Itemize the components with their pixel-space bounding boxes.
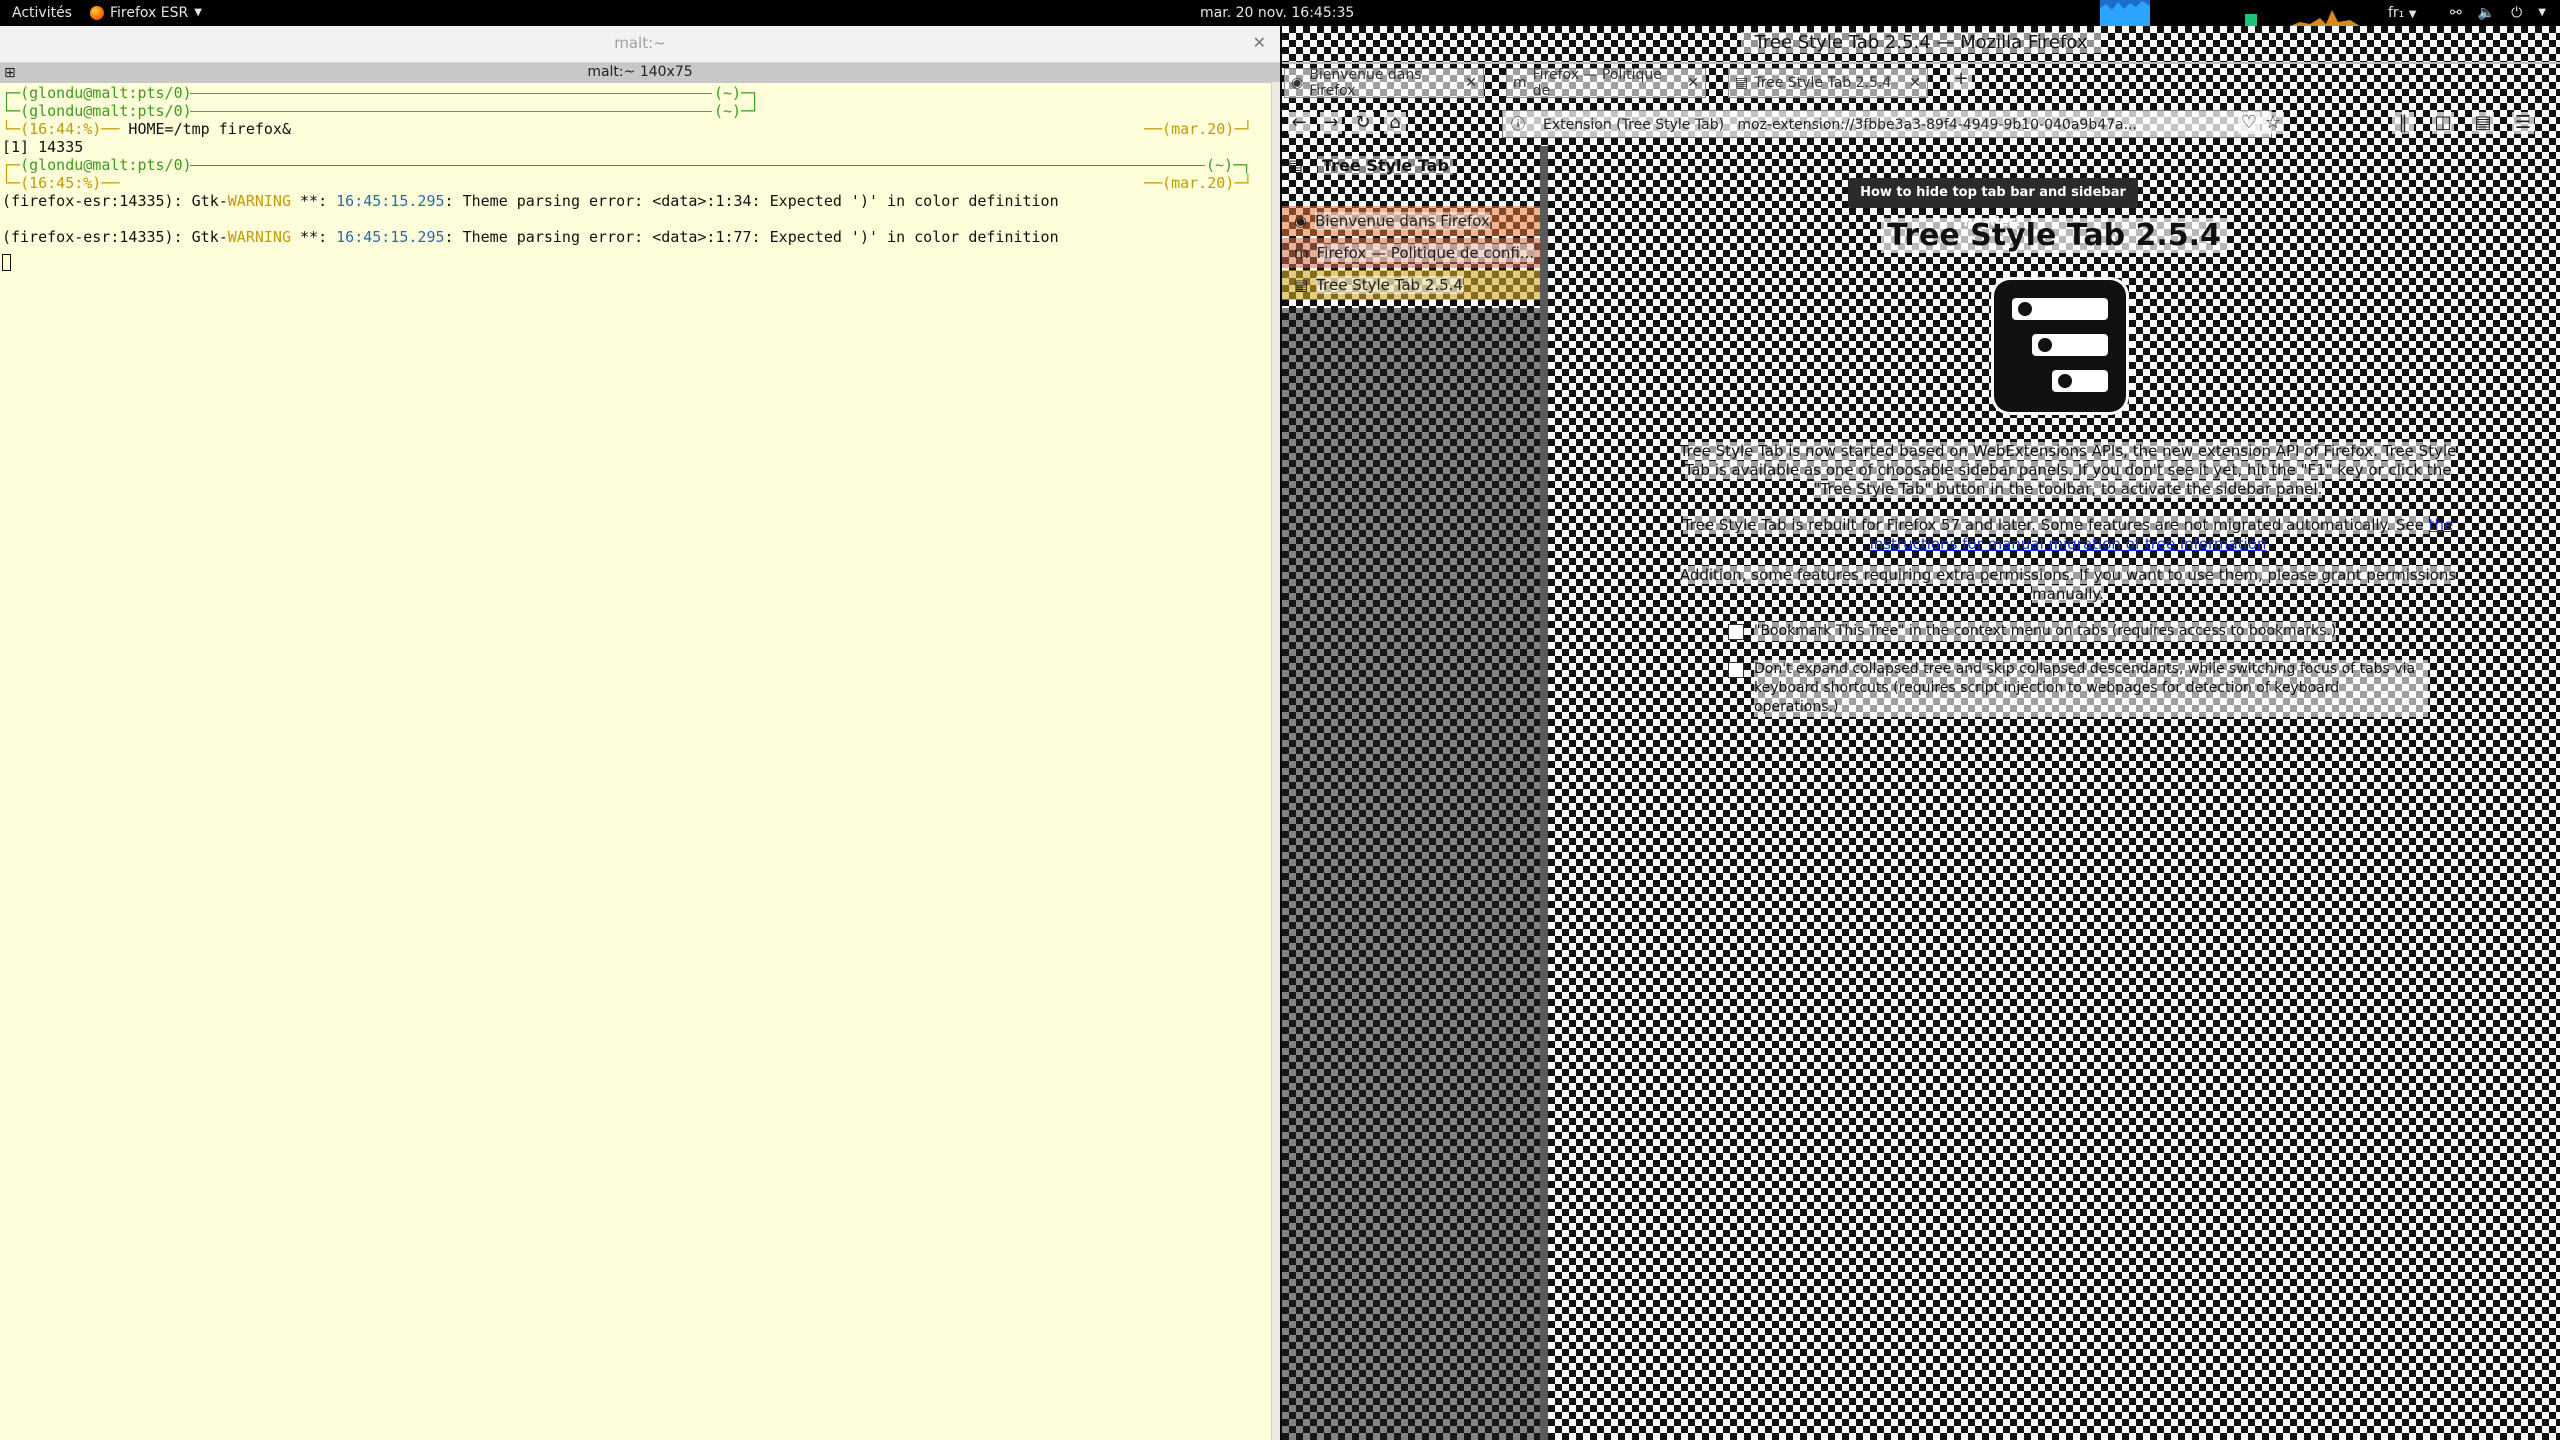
sidebar-header[interactable]: ▤ Tree Style Tab — [1282, 146, 1542, 186]
url-identity: Extension (Tree Style Tab) — [1543, 117, 1725, 133]
prompt-date: (mar.20) — [1162, 174, 1235, 192]
chevron-down-icon: ▼ — [2538, 7, 2546, 18]
terminal-tab[interactable]: ⊞ malt:~ 140x75 — [0, 63, 1280, 83]
permission-label: Don't expand collapsed tree and skip col… — [1754, 660, 2428, 717]
app-menu-label: Firefox ESR — [110, 5, 189, 21]
prompt-dir: (~) — [714, 84, 742, 102]
browser-tab[interactable]: m Firefox — Politique de ✕ — [1506, 67, 1706, 99]
close-icon[interactable]: ✕ — [1687, 75, 1699, 91]
reload-button[interactable]: ↻ — [1352, 112, 1374, 134]
prompt-user: (glondu@malt:pts/0) — [20, 102, 192, 120]
sidebar-tab-label: Tree Style Tab 2.5.4 — [1316, 276, 1463, 294]
firefox-icon — [90, 6, 104, 20]
terminal-titlebar[interactable]: malt:~ ✕ — [0, 26, 1280, 63]
sidebar-tab-label: Firefox — Politique de confi... — [1316, 244, 1535, 262]
page-content[interactable]: How to hide top tab bar and sidebar head… — [1548, 146, 2560, 1440]
url-text: moz-extension://3fbbe3a3-89f4-4949-9b10-… — [1737, 117, 2137, 133]
help-tooltip-link[interactable]: How to hide top tab bar and sidebar head… — [1848, 178, 2138, 230]
clock[interactable]: mar. 20 nov. 16:45:35 — [1200, 0, 1354, 26]
home-button[interactable]: ⌂ — [1384, 112, 1406, 134]
firefox-titlebar[interactable]: Tree Style Tab 2.5.4 — Mozilla Firefox — [1282, 26, 2560, 62]
permissions-paragraph: Addition, some features requiring extra … — [1679, 566, 2457, 603]
menu-icon[interactable]: ☰ — [2512, 112, 2534, 134]
sidebar-tab[interactable]: m Firefox — Politique de confi... — [1282, 238, 1542, 268]
permission-item[interactable]: "Bookmark This Tree" in the context menu… — [1728, 622, 2428, 641]
tree-style-tab-icon: ▤ — [1735, 75, 1749, 91]
pocket-icon[interactable]: ♡ — [2238, 112, 2260, 134]
sidebar-empty-area[interactable] — [1282, 308, 1542, 1440]
volume-icon: 🔈 — [2477, 5, 2496, 21]
firefox-window-title: Tree Style Tab 2.5.4 — Mozilla Firefox — [1741, 32, 2101, 53]
bookmark-star-icon[interactable]: ☆ — [2262, 112, 2284, 134]
extension-icon[interactable]: ▤ — [2472, 112, 2494, 134]
firefox-icon: ◉ — [1294, 212, 1308, 230]
chevron-down-icon: ▼ — [194, 7, 202, 18]
prompt-time: (16:45:%) — [20, 174, 102, 192]
browser-tab-active[interactable]: ▤ Tree Style Tab 2.5.4 ✕ — [1728, 68, 1928, 98]
sidebar-toggle-icon[interactable]: ◫ — [2432, 112, 2454, 134]
browser-tab-label: Tree Style Tab 2.5.4 — [1754, 75, 1892, 91]
info-icon: ⓘ — [1511, 117, 1525, 133]
power-icon: ⏻ — [2511, 5, 2523, 21]
tree-style-tab-logo-icon — [1994, 280, 2126, 412]
prompt-date: (mar.20) — [1162, 120, 1235, 138]
prompt-user: (glondu@malt:pts/0) — [20, 84, 192, 102]
prompt-time: (16:44:%) — [20, 120, 102, 138]
tree-style-tab-sidebar[interactable]: ▤ Tree Style Tab ◉ Bienvenue dans Firefo… — [1282, 146, 1542, 1440]
terminal-tab-title: malt:~ 140x75 — [587, 64, 693, 80]
terminal-scrollbar[interactable] — [1271, 82, 1280, 1440]
sidebar-tab-label: Bienvenue dans Firefox — [1315, 212, 1490, 230]
back-button[interactable]: ← — [1288, 112, 1310, 134]
firefox-tab-strip[interactable]: ◉ Bienvenue dans Firefox ✕ m Firefox — P… — [1282, 62, 2560, 104]
app-menu[interactable]: Firefox ESR ▼ — [90, 0, 202, 26]
close-icon[interactable]: ✕ — [1253, 33, 1266, 52]
browser-tab-label: Bienvenue dans Firefox — [1309, 67, 1422, 99]
sidebar-splitter[interactable] — [1540, 146, 1548, 1440]
new-tab-button[interactable]: + — [1950, 68, 1972, 90]
page-title: Tree Style Tab 2.5.4 — [1548, 218, 2560, 253]
library-icon[interactable]: ‖ — [2392, 112, 2414, 134]
system-tray[interactable]: ⚯ 🔈 ⏻ ▼ — [2450, 0, 2546, 26]
system-monitor-graph — [2100, 0, 2360, 26]
url-bar[interactable]: ⓘ Extension (Tree Style Tab) moz-extensi… — [1502, 110, 2272, 138]
firefox-icon: ◉ — [1291, 75, 1304, 91]
close-icon[interactable]: ✕ — [1465, 75, 1477, 91]
activities-button[interactable]: Activités — [12, 0, 72, 26]
script-injection-permission-checkbox[interactable] — [1728, 662, 1744, 678]
keyboard-layout-indicator[interactable]: fr₁ ▼ — [2388, 0, 2416, 26]
permission-item[interactable]: Don't expand collapsed tree and skip col… — [1728, 660, 2428, 717]
terminal-output[interactable]: ┌─(glondu@malt:pts/0) (~)─┐ └─(glondu@ma… — [0, 82, 1272, 1440]
sidebar-title: Tree Style Tab — [1318, 156, 1453, 175]
intro-paragraph: Tree Style Tab is now started based on W… — [1679, 442, 2457, 498]
browser-tab[interactable]: ◉ Bienvenue dans Firefox ✕ — [1284, 67, 1484, 99]
permission-label: "Bookmark This Tree" in the context menu… — [1754, 622, 2337, 641]
sidebar-tab-active[interactable]: ▤ Tree Style Tab 2.5.4 — [1282, 270, 1542, 300]
firefox-window[interactable]: Tree Style Tab 2.5.4 — Mozilla Firefox ◉… — [1282, 26, 2560, 1440]
terminal-window-title: malt:~ — [614, 34, 666, 52]
keyboard-layout-label: fr₁ — [2388, 5, 2405, 21]
sidebar-tab[interactable]: ◉ Bienvenue dans Firefox — [1282, 206, 1542, 236]
prompt-dir: (~) — [1206, 156, 1234, 174]
tree-style-tab-icon: ▤ — [1288, 156, 1304, 175]
migration-paragraph: Tree Style Tab is rebuilt for Firefox 57… — [1682, 516, 2454, 553]
command-text: HOME=/tmp firefox& — [119, 120, 291, 138]
browser-tab-label: Firefox — Politique de — [1532, 67, 1662, 99]
network-icon: ⚯ — [2450, 5, 2462, 21]
forward-button[interactable]: → — [1320, 112, 1342, 134]
prompt-dir: (~) — [714, 102, 742, 120]
terminal-window[interactable]: malt:~ ✕ ⊞ malt:~ 140x75 ┌─(glondu@malt:… — [0, 26, 1280, 1440]
chevron-down-icon: ▼ — [2408, 9, 2417, 20]
warning-line: (firefox-esr:14335): Gtk-WARNING **: 16:… — [2, 228, 1059, 246]
warning-line: (firefox-esr:14335): Gtk-WARNING **: 16:… — [2, 192, 1059, 210]
job-line: [1] 14335 — [2, 138, 84, 156]
terminal-cursor — [2, 254, 11, 271]
navigation-toolbar: ← → ↻ ⌂ ⓘ Extension (Tree Style Tab) moz… — [1282, 102, 2560, 146]
close-icon[interactable]: ✕ — [1909, 75, 1921, 91]
mozilla-icon: m — [1294, 244, 1309, 262]
mozilla-icon: m — [1513, 75, 1527, 91]
tree-style-tab-icon: ▤ — [1294, 276, 1309, 294]
top-bar: Activités Firefox ESR ▼ mar. 20 nov. 16:… — [0, 0, 2560, 26]
prompt-user: (glondu@malt:pts/0) — [20, 156, 192, 174]
bookmarks-permission-checkbox[interactable] — [1728, 624, 1744, 640]
